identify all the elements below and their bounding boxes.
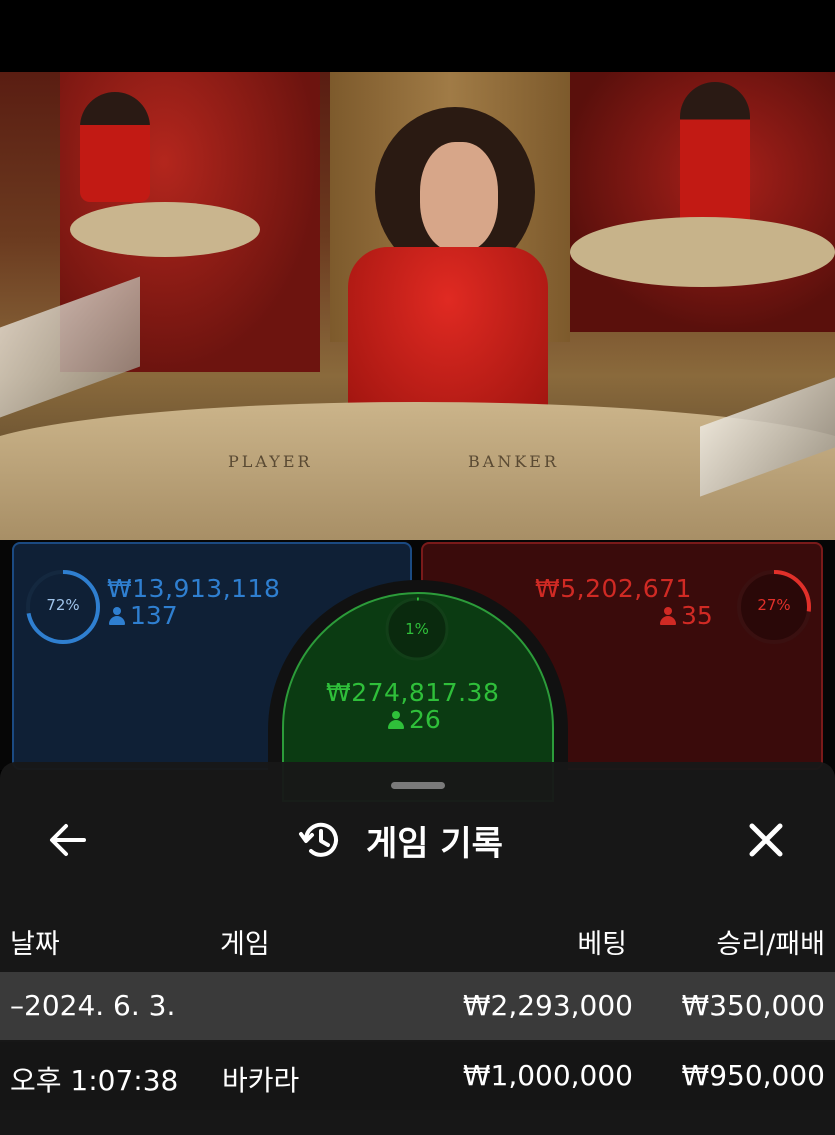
- panel-header: 게임 기록: [298, 814, 503, 866]
- table-label-banker: BANKER: [468, 452, 559, 471]
- history-icon: [299, 822, 338, 857]
- dealer-dress: [348, 247, 548, 422]
- close-icon: [749, 823, 783, 857]
- banker-bettor-count-value: 35: [681, 601, 713, 630]
- arrow-left-icon: [50, 824, 86, 856]
- status-bar: [0, 0, 835, 72]
- history-game-row[interactable]: 오후 1:07:38 바카라 ₩1,000,000 ₩950,000: [0, 1042, 835, 1110]
- background-dealer-left: [80, 92, 150, 202]
- tie-bettor-count-value: 26: [409, 705, 441, 734]
- player-percent-label: 72%: [46, 596, 80, 614]
- back-button[interactable]: [44, 818, 92, 862]
- row-bet: ₩1,000,000: [462, 1059, 633, 1092]
- game-history-panel: 게임 기록 날짜 게임 베팅 승리/패배 –2024. 6. 3. ₩2,293…: [0, 762, 835, 1135]
- row-date: –2024. 6. 3.: [10, 989, 176, 1022]
- tie-bet-amount: ₩274,817.38: [326, 678, 500, 707]
- tie-percent-label: 1%: [405, 620, 429, 638]
- history-date-row[interactable]: –2024. 6. 3. ₩2,293,000 ₩350,000: [0, 972, 835, 1040]
- row-game: 바카라: [222, 1064, 300, 1097]
- banker-bettor-count: 35: [660, 601, 713, 630]
- banker-percent-label: 27%: [757, 596, 791, 614]
- row-win-loss: ₩950,000: [681, 1059, 825, 1092]
- person-icon: [660, 607, 676, 625]
- column-header-date: 날짜: [10, 929, 60, 960]
- row-win-loss: ₩350,000: [681, 989, 825, 1022]
- person-icon: [388, 711, 404, 729]
- bet-area: 72% ₩13,913,118 137 27% ₩5,202,671 35 1%…: [0, 540, 835, 802]
- side-table-left: [70, 202, 260, 257]
- row-time: 오후 1:07:38: [10, 1064, 179, 1097]
- column-header-win-loss: 승리/패배: [716, 929, 825, 960]
- close-button[interactable]: [740, 814, 792, 866]
- column-header-bet: 베팅: [577, 929, 627, 960]
- player-bettor-count: 137: [109, 601, 178, 630]
- dealer-face: [420, 142, 498, 252]
- row-bet: ₩2,293,000: [462, 989, 633, 1022]
- person-icon: [109, 607, 125, 625]
- background-dealer-right: [680, 82, 750, 232]
- side-table-right: [570, 217, 835, 287]
- table-label-player: PLAYER: [228, 452, 313, 471]
- player-bettor-count-value: 137: [130, 601, 178, 630]
- live-dealer-video: PLAYER BANKER: [0, 72, 835, 540]
- panel-title: 게임 기록: [366, 823, 503, 864]
- tie-bettor-count: 26: [388, 705, 441, 734]
- column-header-game: 게임: [220, 929, 270, 960]
- player-bet-amount: ₩13,913,118: [107, 574, 281, 603]
- banker-bet-amount: ₩5,202,671: [535, 574, 692, 603]
- drag-handle[interactable]: [391, 782, 445, 789]
